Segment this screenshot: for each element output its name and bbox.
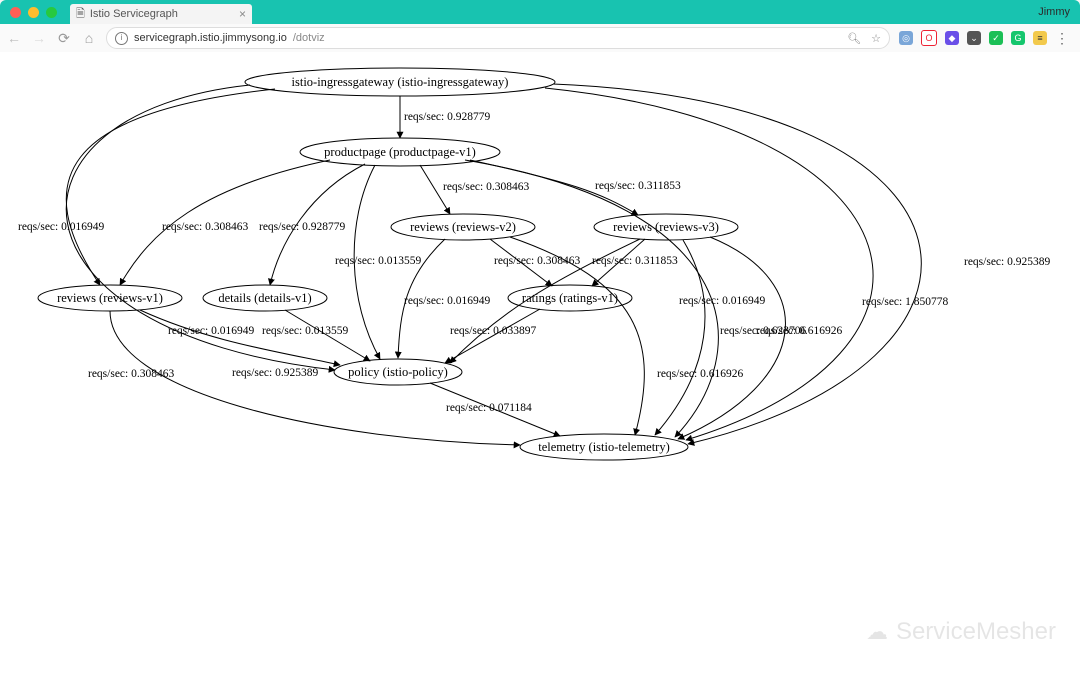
edge-label: reqs/sec: 0.311853 — [595, 180, 681, 192]
extension-icon[interactable]: ◎ — [899, 31, 913, 45]
site-info-icon[interactable]: i — [115, 32, 128, 45]
edge-label: reqs/sec: 0.925389 — [964, 256, 1050, 268]
node-label: productpage (productpage-v1) — [324, 145, 476, 159]
node-policy: policy (istio-policy) — [334, 359, 462, 385]
edge-label: reqs/sec: 0.311853 — [592, 255, 678, 267]
node-label: reviews (reviews-v3) — [613, 220, 719, 234]
node-reviews-v2: reviews (reviews-v2) — [391, 214, 535, 240]
page-file-icon: 🗎 — [76, 5, 85, 24]
forward-button: → — [31, 30, 47, 46]
node-label: istio-ingressgateway (istio-ingressgatew… — [292, 75, 509, 89]
url-host: servicegraph.istio.jimmysong.io — [134, 32, 287, 44]
page-content: istio-ingressgateway (istio-ingressgatew… — [0, 52, 1080, 674]
reload-button[interactable]: ⟳ — [56, 30, 72, 47]
search-in-page-icon[interactable]: 🔍︎ — [847, 32, 861, 45]
chrome-profile-name[interactable]: Jimmy — [1038, 0, 1070, 24]
address-bar[interactable]: i servicegraph.istio.jimmysong.io /dotvi… — [106, 27, 890, 49]
home-button[interactable]: ⌂ — [81, 30, 97, 46]
node-label: reviews (reviews-v1) — [57, 291, 163, 305]
edge-label: reqs/sec: 0.616926 — [657, 368, 743, 380]
browser-tab[interactable]: 🗎 Istio Servicegraph × — [70, 4, 252, 24]
node-telemetry: telemetry (istio-telemetry) — [520, 434, 688, 460]
edge-label: reqs/sec: 0.016949 — [679, 295, 765, 307]
extension-icon[interactable]: ≡ — [1033, 31, 1047, 45]
node-details: details (details-v1) — [203, 285, 327, 311]
node-productpage: productpage (productpage-v1) — [300, 138, 500, 166]
edge-label: reqs/sec: 0.013559 — [335, 255, 421, 267]
edge-label: reqs/sec: 0.616926 — [756, 325, 842, 337]
node-label: policy (istio-policy) — [348, 365, 448, 379]
edge-label: reqs/sec: 0.925389 — [232, 367, 318, 379]
edge-label: reqs/sec: 0.308463 — [494, 255, 580, 267]
edge-label: reqs/sec: 0.071184 — [446, 402, 532, 414]
watermark: ☁ ServiceMesher — [866, 618, 1056, 646]
edge-label: reqs/sec: 0.928779 — [404, 111, 490, 123]
service-graph: istio-ingressgateway (istio-ingressgatew… — [0, 52, 1080, 522]
edge-label: reqs/sec: 0.308463 — [88, 368, 174, 380]
node-reviews-v3: reviews (reviews-v3) — [594, 214, 738, 240]
close-tab-icon[interactable]: × — [239, 7, 246, 21]
back-button[interactable]: ← — [6, 30, 22, 46]
node-label: ratings (ratings-v1) — [522, 291, 618, 305]
watermark-icon: ☁ — [866, 619, 888, 645]
edge — [66, 89, 275, 285]
maximize-window-button[interactable] — [46, 7, 57, 18]
edge-label: reqs/sec: 0.013559 — [262, 325, 348, 337]
node-reviews-v1: reviews (reviews-v1) — [38, 285, 182, 311]
edge-label: reqs/sec: 0.033897 — [450, 325, 536, 337]
edge-label: reqs/sec: 1.850778 — [862, 296, 948, 308]
extension-icon[interactable]: G — [1011, 31, 1025, 45]
edge-label: reqs/sec: 0.308463 — [162, 221, 248, 233]
extension-icon[interactable]: ✓ — [989, 31, 1003, 45]
browser-toolbar: ← → ⟳ ⌂ i servicegraph.istio.jimmysong.i… — [0, 24, 1080, 53]
extension-icon[interactable]: O — [921, 30, 937, 46]
edge-label: reqs/sec: 0.928779 — [259, 221, 345, 233]
macos-titlebar: 🗎 Istio Servicegraph × Jimmy — [0, 0, 1080, 24]
minimize-window-button[interactable] — [28, 7, 39, 18]
node-ratings: ratings (ratings-v1) — [508, 285, 632, 311]
extensions-row: ◎ O ◆ ⌄ ✓ G ≡ ⋮ — [899, 30, 1074, 47]
close-window-button[interactable] — [10, 7, 21, 18]
node-label: telemetry (istio-telemetry) — [538, 440, 670, 454]
extension-icon[interactable]: ◆ — [945, 31, 959, 45]
kebab-menu-icon[interactable]: ⋮ — [1055, 30, 1070, 47]
edge-label: reqs/sec: 0.308463 — [443, 181, 529, 193]
node-istio-ingressgateway: istio-ingressgateway (istio-ingressgatew… — [245, 68, 555, 96]
url-path: /dotviz — [293, 32, 325, 44]
extension-icon[interactable]: ⌄ — [967, 31, 981, 45]
window-controls — [0, 7, 57, 18]
node-label: reviews (reviews-v2) — [410, 220, 516, 234]
tab-title: Istio Servicegraph — [90, 8, 178, 20]
edge-label: reqs/sec: 0.016949 — [404, 295, 490, 307]
edge — [655, 240, 705, 435]
watermark-label: ServiceMesher — [896, 618, 1056, 646]
node-label: details (details-v1) — [218, 291, 311, 305]
edge-label: reqs/sec: 0.016949 — [168, 325, 254, 337]
edge — [140, 310, 340, 365]
bookmark-icon[interactable]: ☆ — [871, 32, 881, 45]
edge-label: reqs/sec: 0.016949 — [18, 221, 104, 233]
